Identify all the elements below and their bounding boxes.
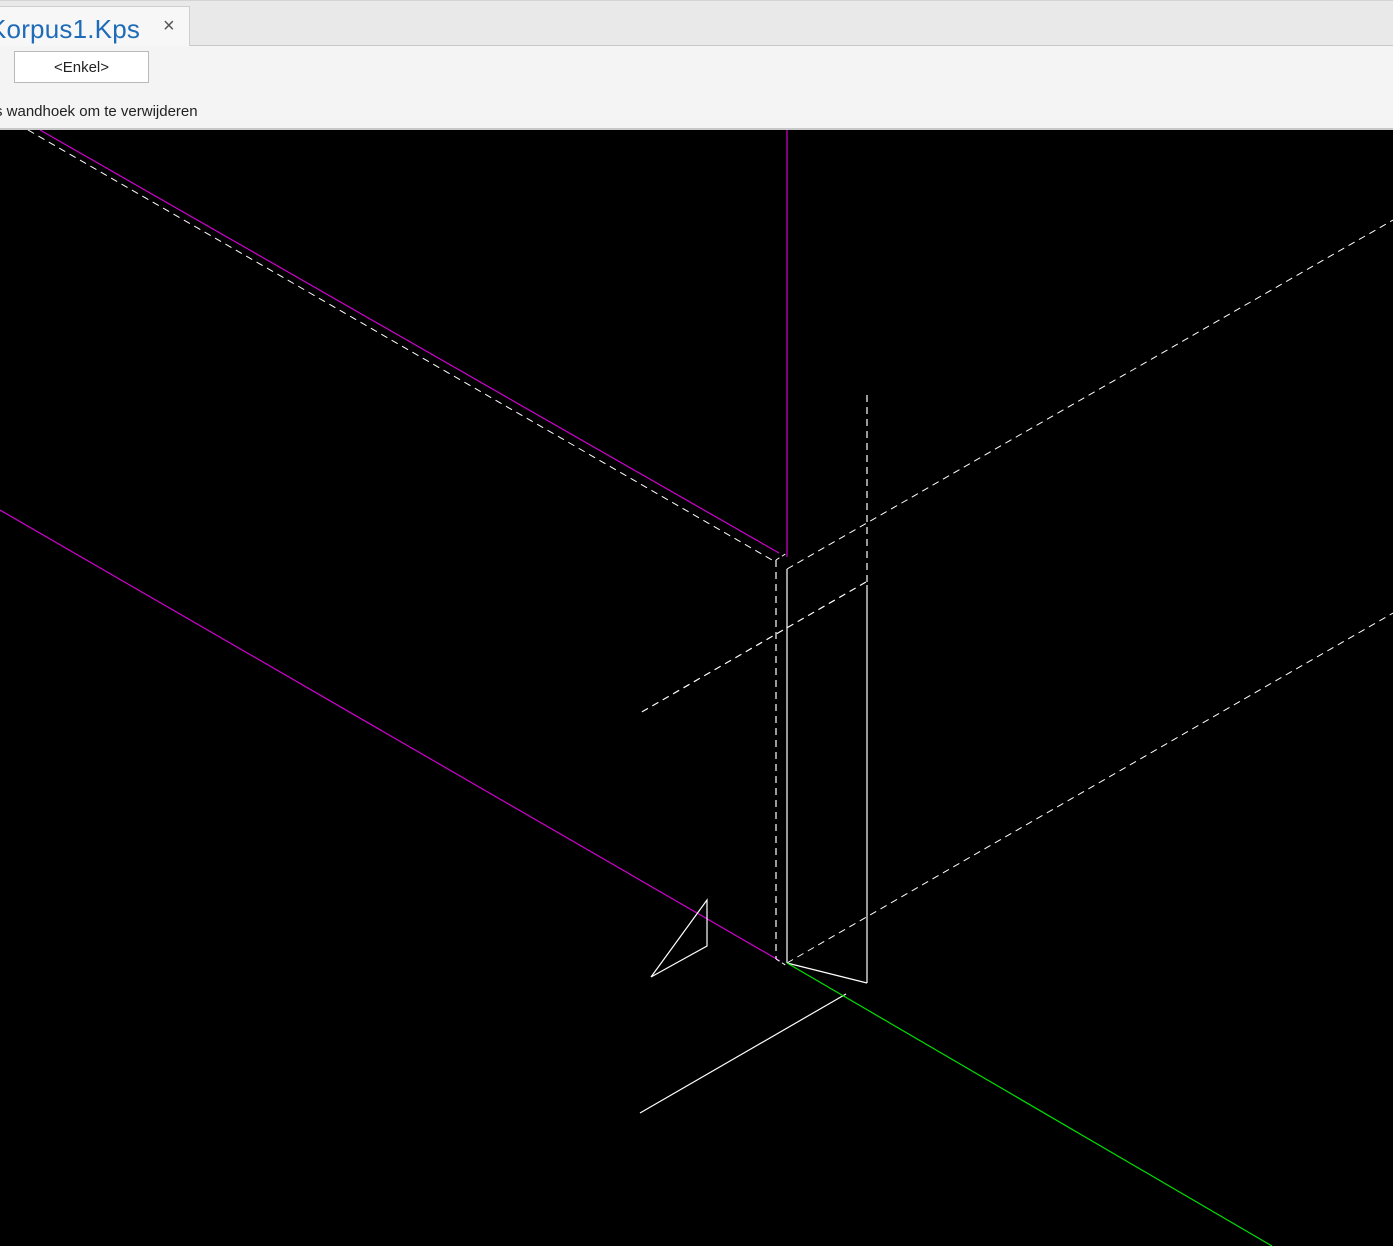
selection-mode-button[interactable]: <Enkel> bbox=[14, 51, 149, 83]
close-icon[interactable]: × bbox=[163, 16, 175, 36]
post-outline-bottom[interactable] bbox=[786, 962, 868, 984]
x-axis-line bbox=[786, 962, 1273, 1246]
hidden-corner-2[interactable] bbox=[775, 958, 788, 967]
command-toolbar: <Enkel> s wandhoek om te verwijderen bbox=[0, 46, 1393, 130]
document-tab-title[interactable]: Korpus1.Kps bbox=[0, 14, 140, 45]
hidden-line-right-upper[interactable] bbox=[786, 219, 1393, 570]
triangle-marker[interactable] bbox=[650, 898, 708, 978]
document-tab[interactable]: Korpus1.Kps × bbox=[0, 6, 190, 48]
cad-application-window: Korpus1.Kps × <Enkel> s wandhoek om te v… bbox=[0, 0, 1393, 1246]
wall-line-upper[interactable] bbox=[39, 130, 780, 554]
wall-line-lower[interactable] bbox=[0, 509, 781, 962]
drawing-canvas[interactable] bbox=[0, 130, 1393, 1246]
command-prompt-text: s wandhoek om te verwijderen bbox=[0, 103, 198, 120]
hidden-line-right-lower[interactable] bbox=[786, 612, 1393, 964]
drawing-viewport[interactable] bbox=[0, 130, 1393, 1246]
base-line-diagonal[interactable] bbox=[639, 993, 847, 1114]
hidden-line-upper[interactable] bbox=[27, 130, 773, 561]
hidden-line-diagonal[interactable] bbox=[639, 581, 867, 714]
hidden-corner-1[interactable] bbox=[775, 552, 788, 561]
document-tab-bar: Korpus1.Kps × bbox=[0, 0, 1393, 48]
